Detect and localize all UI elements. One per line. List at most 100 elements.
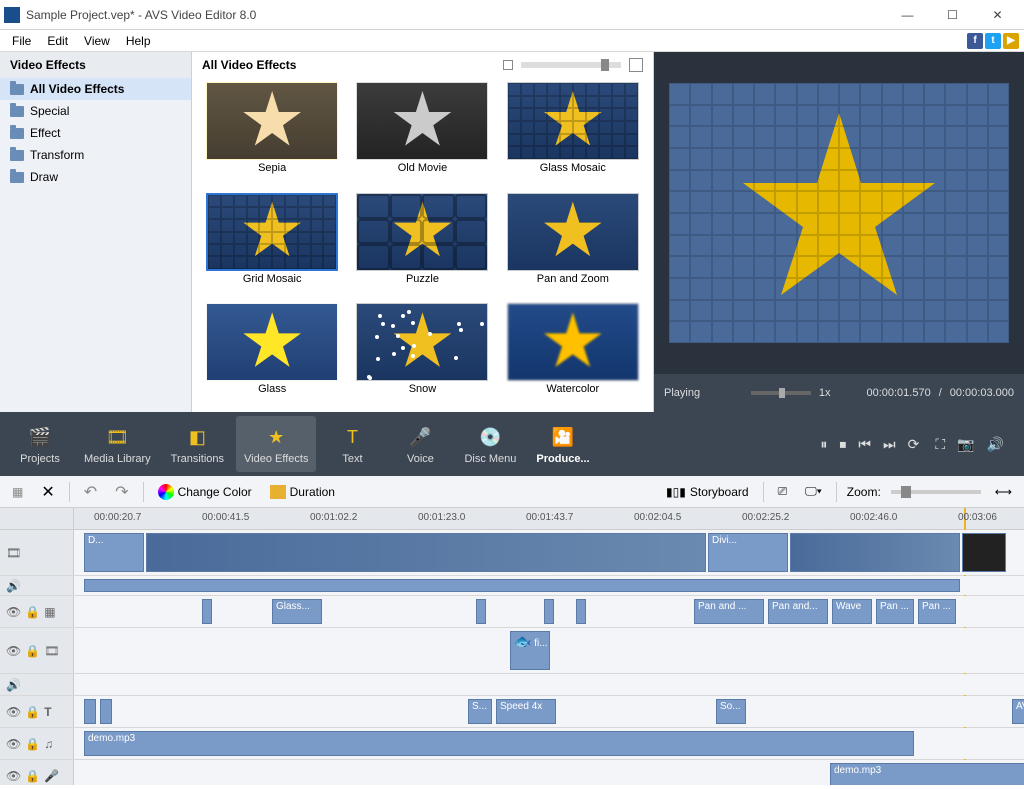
twitter-icon[interactable]: t [985,33,1001,49]
video-audio-track[interactable]: 🔊 [0,576,1024,596]
audio-track-2[interactable]: 👁🔒🎤 demo.mp3 [0,760,1024,785]
volume-button[interactable]: 🔊 [987,436,1004,453]
timeline-clip[interactable]: Pan and ... [694,599,764,624]
timeline-clip[interactable]: Divi... [708,533,788,572]
thumb-size-slider[interactable] [521,62,621,68]
pause-button[interactable]: ⏸ [820,436,827,453]
maximize-button[interactable]: ☐ [930,1,975,29]
sidebar-item-effect[interactable]: Effect [0,122,191,144]
undo-button[interactable]: ↶ [80,480,101,504]
timeline-clip[interactable] [962,533,1006,572]
timeline-clip[interactable] [100,699,112,724]
effect-grid-mosaic[interactable]: Grid Mosaic [200,193,344,298]
duration-button[interactable]: Duration [266,483,339,501]
timeline-clip[interactable] [146,533,706,572]
storyboard-button[interactable]: ▮▯▮ Storyboard [662,483,753,501]
redo-button[interactable]: ↷ [111,480,132,504]
loop-button[interactable]: ⟳ [908,436,920,453]
folder-icon [10,106,24,117]
zoom-slider[interactable] [891,490,981,494]
effect-puzzle[interactable]: Puzzle [350,193,494,298]
preview-speed-slider[interactable] [751,391,811,395]
timeline-clip[interactable] [576,599,586,624]
thumb-small-icon[interactable] [503,60,513,70]
text-track[interactable]: 👁🔒T S...Speed 4xSo...AVS Vid... [0,696,1024,728]
timeline-clip[interactable]: S... [468,699,492,724]
menu-help[interactable]: Help [118,32,159,50]
main-toolbar: 🎬Projects🎞Media Library◧Transitions★Vide… [0,412,1024,476]
menu-edit[interactable]: Edit [39,32,76,50]
timeline-clip[interactable] [84,579,960,592]
delete-button[interactable]: ✕ [37,480,58,504]
snapshot-button[interactable]: 📷 [957,436,974,453]
display-settings-button[interactable]: 🖵▾ [801,482,826,501]
prev-button[interactable]: ⏮ [858,436,871,453]
lock-icon: 🔒 [25,605,40,619]
effect-sepia[interactable]: Sepia [200,82,344,187]
preview-status-bar: Playing 1x 00:00:01.570 / 00:00:03.000 [654,374,1024,412]
timeline-clip[interactable]: So... [716,699,746,724]
timeline-clip[interactable]: demo.mp3 [84,731,914,756]
timeline-clip[interactable]: Glass... [272,599,322,624]
next-button[interactable]: ⏭ [883,436,896,453]
audio-track-1[interactable]: 👁🔒♫ demo.mp3 [0,728,1024,760]
menu-view[interactable]: View [76,32,118,50]
close-button[interactable]: ✕ [975,1,1020,29]
timeline-clip[interactable]: Wave [832,599,872,624]
timeline-ruler[interactable]: 00:00:20.700:00:41.500:01:02.200:01:23.0… [0,508,1024,530]
change-color-button[interactable]: Change Color [154,482,256,502]
folder-icon [10,128,24,139]
effect-snow[interactable]: Snow [350,303,494,408]
effect-watercolor[interactable]: Watercolor [501,303,645,408]
timeline-clip[interactable] [476,599,486,624]
effect-old-movie[interactable]: Old Movie [350,82,494,187]
video-track[interactable]: 🎞 D...Divi... [0,530,1024,576]
sidebar-item-draw[interactable]: Draw [0,166,191,188]
thumb-large-icon[interactable] [629,58,643,72]
minimize-button[interactable]: — [885,1,930,29]
timeline-clip[interactable] [544,599,554,624]
menu-file[interactable]: File [4,32,39,50]
fullscreen-button[interactable]: ⛶ [935,436,945,453]
toolbar-transitions[interactable]: ◧Transitions [163,416,232,472]
timeline-clip[interactable]: AVS Vid... [1012,699,1024,724]
effect-pan-and-zoom[interactable]: Pan and Zoom [501,193,645,298]
timeline-clip[interactable] [202,599,212,624]
apply-effect-button[interactable]: ▦ [8,483,27,501]
preview-pane[interactable] [654,52,1024,374]
effects-panel-title: All Video Effects [202,58,495,72]
timeline-clip[interactable]: Pan and... [768,599,828,624]
toolbar-video-effects[interactable]: ★Video Effects [236,416,316,472]
timeline-clip[interactable]: Pan ... [876,599,914,624]
toolbar-projects[interactable]: 🎬Projects [8,416,72,472]
lock-icon: 🔒 [25,644,40,658]
zoom-fit-button[interactable]: ⟷ [991,483,1016,501]
sidebar-item-all-video-effects[interactable]: All Video Effects [0,78,191,100]
toolbar-text[interactable]: TText [320,416,384,472]
timeline-clip[interactable]: 🐟 fi... [510,631,550,670]
toolbar-voice[interactable]: 🎤Voice [388,416,452,472]
overlay-audio-track[interactable]: 🔊 [0,674,1024,696]
timeline-clip[interactable] [790,533,960,572]
timeline-clip[interactable]: D... [84,533,144,572]
audio-mixer-button[interactable]: ⎚ [774,482,792,501]
sidebar-item-special[interactable]: Special [0,100,191,122]
options-bar: ▦ ✕ ↶ ↷ Change Color Duration ▮▯▮ Storyb… [0,476,1024,508]
effect-glass-mosaic[interactable]: Glass Mosaic [501,82,645,187]
facebook-icon[interactable]: f [967,33,983,49]
stop-button[interactable]: ⏹ [839,436,846,453]
youtube-icon[interactable]: ▶ [1003,33,1019,49]
effect-glass[interactable]: Glass [200,303,344,408]
toolbar-media-library[interactable]: 🎞Media Library [76,416,159,472]
timeline-clip[interactable] [84,699,96,724]
menubar: FileEditViewHelp ft▶ [0,30,1024,52]
sidebar-item-transform[interactable]: Transform [0,144,191,166]
timeline-clip[interactable]: demo.mp3 [830,763,1024,785]
toolbar-produce-[interactable]: 🎦Produce... [528,416,597,472]
preview-area: Playing 1x 00:00:01.570 / 00:00:03.000 [654,52,1024,412]
timeline-clip[interactable]: Pan ... [918,599,956,624]
effects-track[interactable]: 👁🔒▦ Glass...Pan and ...Pan and...WavePan… [0,596,1024,628]
overlay-track[interactable]: 👁🔒🎞 🐟 fi... [0,628,1024,674]
timeline-clip[interactable]: Speed 4x [496,699,556,724]
toolbar-disc-menu[interactable]: 💿Disc Menu [456,416,524,472]
